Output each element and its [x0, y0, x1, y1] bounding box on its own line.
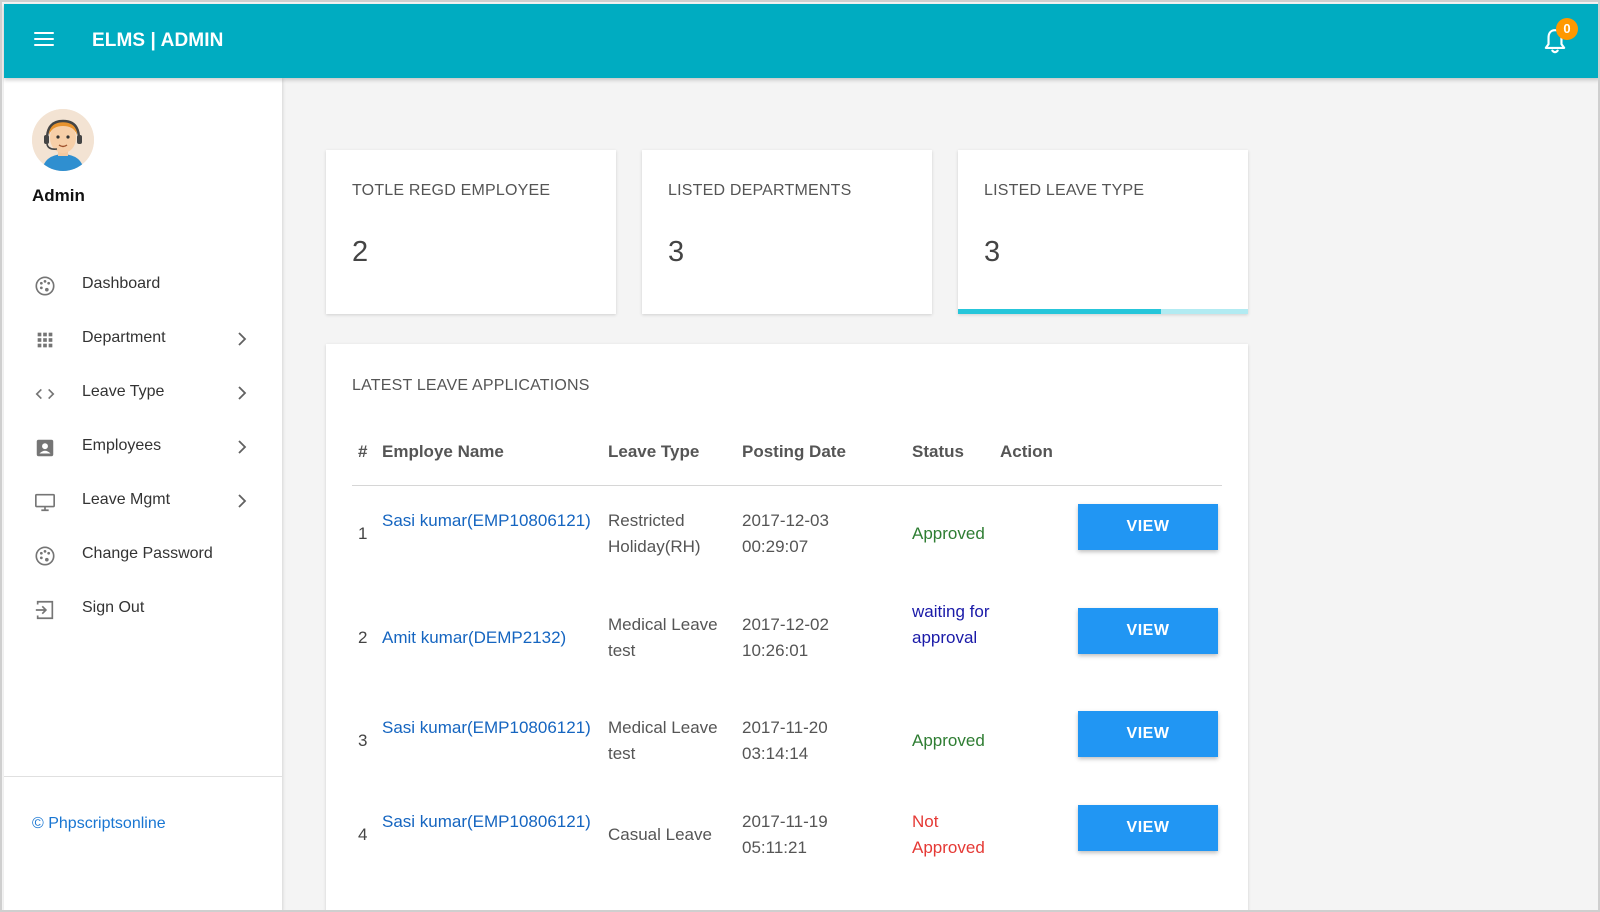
- sidebar-item-change-password[interactable]: Change Password: [4, 528, 282, 582]
- desktop-icon: [35, 493, 55, 512]
- table-header: # Employe Name Leave Type Posting Date S…: [352, 440, 1222, 486]
- chevron-right-icon: [238, 440, 247, 454]
- user-name: Admin: [32, 186, 85, 205]
- column-header-action: Action: [1000, 442, 1053, 461]
- avatar: [32, 109, 94, 171]
- sidebar-nav: Dashboard Department Leave Type Employee…: [4, 258, 282, 636]
- sidebar-item-label: Change Password: [82, 545, 213, 562]
- column-header-employee-name: Employe Name: [382, 442, 504, 461]
- sidebar-item-dashboard[interactable]: Dashboard: [4, 258, 282, 312]
- notification-count-badge: 0: [1556, 18, 1578, 40]
- status-text: Not Approved: [912, 812, 985, 857]
- view-button[interactable]: VIEW: [1078, 504, 1218, 550]
- leave-type: Medical Leave test: [608, 718, 718, 763]
- sidebar-item-label: Dashboard: [82, 275, 161, 292]
- brand-title[interactable]: ELMS | ADMIN: [92, 30, 223, 52]
- avatar-illustration: [32, 109, 94, 171]
- sidebar-item-label: Employees: [82, 437, 162, 454]
- code-icon: [35, 388, 55, 400]
- sign-out-icon: [35, 600, 54, 620]
- employee-name-link[interactable]: Sasi kumar(EMP10806121): [382, 715, 592, 741]
- column-header-leave-type: Leave Type: [608, 442, 700, 461]
- sidebar-item-label: Sign Out: [82, 599, 145, 616]
- table-row: 2 Amit kumar(DEMP2132) Medical Leave tes…: [352, 602, 1222, 712]
- table-title: LATEST LEAVE APPLICATIONS: [352, 377, 590, 394]
- account-box-icon: [36, 439, 54, 457]
- leave-type: Medical Leave test: [608, 615, 718, 660]
- sidebar-item-sign-out[interactable]: Sign Out: [4, 582, 282, 636]
- palette-icon: [35, 276, 55, 296]
- employee-name-link[interactable]: Sasi kumar(EMP10806121): [382, 809, 592, 835]
- sidebar-item-employees[interactable]: Employees: [4, 420, 282, 474]
- posting-date: 2017-11-19 05:11:21: [742, 812, 828, 857]
- sidebar-item-label: Leave Mgmt: [82, 491, 171, 508]
- posting-date: 2017-11-20 03:14:14: [742, 718, 828, 763]
- status-text: waiting for approval: [912, 602, 990, 647]
- menu-icon[interactable]: [34, 32, 54, 48]
- table-row: 1 Sasi kumar(EMP10806121) Restricted Hol…: [352, 504, 1222, 608]
- palette-icon: [35, 546, 55, 566]
- leave-type: Restricted Holiday(RH): [608, 511, 701, 556]
- table-row: 4 Sasi kumar(EMP10806121) Casual Leave 2…: [352, 805, 1222, 899]
- chevron-right-icon: [238, 332, 247, 346]
- column-header-number: #: [358, 442, 368, 461]
- row-number: 4: [358, 825, 368, 844]
- view-button[interactable]: VIEW: [1078, 805, 1218, 851]
- status-text: Approved: [912, 524, 985, 543]
- posting-date: 2017-12-03 00:29:07: [742, 511, 829, 556]
- posting-date: 2017-12-02 10:26:01: [742, 615, 829, 660]
- stat-card-leave-types: LISTED LEAVE TYPE 3: [958, 150, 1248, 314]
- employee-name-link[interactable]: Sasi kumar(EMP10806121): [382, 508, 592, 534]
- stat-card-employees: TOTLE REGD EMPLOYEE 2: [326, 150, 616, 314]
- column-header-status: Status: [912, 442, 964, 461]
- stat-title: TOTLE REGD EMPLOYEE: [352, 182, 551, 199]
- sidebar-item-label: Department: [82, 329, 166, 346]
- app-window: ELMS | ADMIN 0 Admin Dashboard Departmen…: [0, 0, 1600, 912]
- sidebar-item-department[interactable]: Department: [4, 312, 282, 366]
- status-text: Approved: [912, 731, 985, 750]
- apps-grid-icon: [37, 332, 53, 348]
- top-navbar: ELMS | ADMIN 0: [4, 4, 1598, 78]
- row-number: 2: [358, 628, 368, 647]
- progress-bar: [958, 309, 1248, 314]
- row-number: 1: [358, 524, 368, 543]
- chevron-right-icon: [238, 386, 247, 400]
- employee-name-link[interactable]: Amit kumar(DEMP2132): [382, 625, 592, 651]
- stat-title: LISTED DEPARTMENTS: [668, 182, 852, 199]
- divider: [4, 776, 282, 777]
- stat-card-departments: LISTED DEPARTMENTS 3: [642, 150, 932, 314]
- progress-bar-fill: [958, 309, 1161, 314]
- view-button[interactable]: VIEW: [1078, 608, 1218, 654]
- sidebar-item-leave-type[interactable]: Leave Type: [4, 366, 282, 420]
- stat-value: 3: [668, 236, 685, 268]
- chevron-right-icon: [238, 494, 247, 508]
- latest-leave-applications-card: LATEST LEAVE APPLICATIONS # Employe Name…: [326, 344, 1248, 910]
- row-number: 3: [358, 731, 368, 750]
- leave-type: Casual Leave: [608, 825, 712, 844]
- column-header-posting-date: Posting Date: [742, 442, 846, 461]
- sidebar-item-leave-mgmt[interactable]: Leave Mgmt: [4, 474, 282, 528]
- sidebar: Admin Dashboard Department Leave Type Em…: [4, 78, 282, 910]
- sidebar-item-label: Leave Type: [82, 383, 165, 400]
- stat-title: LISTED LEAVE TYPE: [984, 182, 1145, 199]
- stat-value: 3: [984, 236, 1001, 268]
- stat-value: 2: [352, 236, 369, 268]
- view-button[interactable]: VIEW: [1078, 711, 1218, 757]
- footer-copyright-link[interactable]: © Phpscriptsonline: [32, 815, 166, 833]
- table-row: 3 Sasi kumar(EMP10806121) Medical Leave …: [352, 711, 1222, 805]
